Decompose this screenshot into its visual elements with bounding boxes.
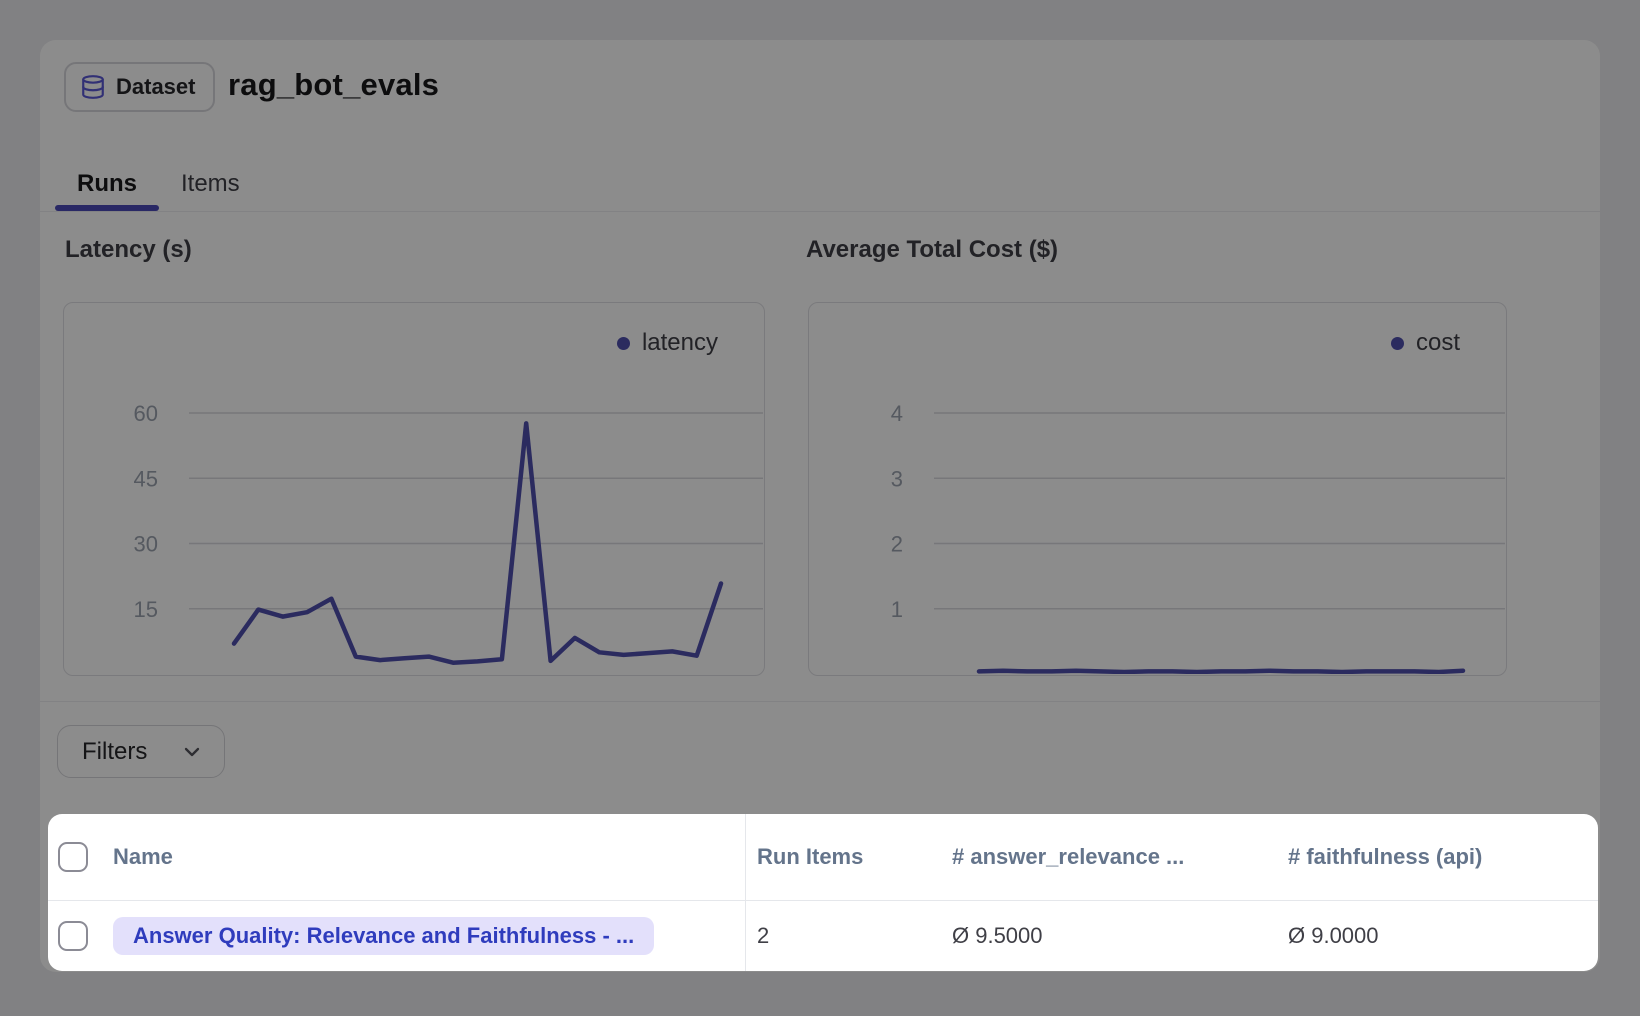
filters-button-label: Filters bbox=[82, 738, 147, 766]
cost-legend: cost bbox=[1391, 329, 1460, 357]
column-divider bbox=[745, 814, 746, 971]
dataset-badge-label: Dataset bbox=[116, 74, 195, 100]
table-header-row: Name Run Items # answer_relevance ... # … bbox=[48, 814, 1598, 900]
cost-legend-label: cost bbox=[1416, 329, 1460, 357]
chart-title-cost: Average Total Cost ($) bbox=[806, 236, 1058, 264]
cell-faithfulness: Ø 9.0000 bbox=[1288, 900, 1379, 971]
cell-run-items: 2 bbox=[757, 900, 769, 971]
latency-legend-label: latency bbox=[642, 329, 718, 357]
database-icon bbox=[80, 74, 106, 100]
column-header-name[interactable]: Name bbox=[113, 814, 173, 900]
tab-bar: Runs Items bbox=[40, 157, 1600, 212]
dataset-badge: Dataset bbox=[64, 62, 215, 112]
latency-chart-canvas: 60 45 30 15 bbox=[64, 303, 763, 674]
table-row: Answer Quality: Relevance and Faithfulne… bbox=[48, 900, 1598, 971]
latency-chart-panel: 60 45 30 15 latency bbox=[63, 302, 765, 676]
svg-text:2: 2 bbox=[891, 532, 903, 557]
svg-text:3: 3 bbox=[891, 466, 903, 491]
filters-button[interactable]: Filters bbox=[57, 725, 225, 778]
runs-table: Name Run Items # answer_relevance ... # … bbox=[48, 814, 1598, 971]
svg-text:60: 60 bbox=[134, 401, 158, 426]
column-header-answer-relevance[interactable]: # answer_relevance ... bbox=[952, 814, 1184, 900]
tab-runs-label: Runs bbox=[77, 170, 137, 198]
run-name-text: Answer Quality: Relevance and Faithfulne… bbox=[133, 923, 634, 949]
svg-text:1: 1 bbox=[891, 597, 903, 622]
svg-text:30: 30 bbox=[134, 532, 158, 557]
cost-chart-canvas: 4 3 2 1 bbox=[809, 303, 1505, 674]
screenshot-stage: Dataset rag_bot_evals Runs Items Latency… bbox=[0, 0, 1640, 1016]
row-checkbox[interactable] bbox=[58, 921, 88, 951]
cost-legend-dot bbox=[1391, 337, 1404, 350]
tab-runs[interactable]: Runs bbox=[55, 157, 159, 211]
latency-legend: latency bbox=[617, 329, 718, 357]
chevron-down-icon bbox=[180, 740, 204, 764]
svg-text:4: 4 bbox=[891, 401, 903, 426]
svg-text:15: 15 bbox=[134, 597, 158, 622]
svg-text:45: 45 bbox=[134, 466, 158, 491]
page-title: rag_bot_evals bbox=[228, 62, 439, 108]
active-tab-underline bbox=[55, 205, 159, 211]
tab-items[interactable]: Items bbox=[159, 157, 262, 211]
cost-chart-panel: 4 3 2 1 cost bbox=[808, 302, 1507, 676]
section-divider bbox=[40, 701, 1600, 702]
tab-items-label: Items bbox=[181, 170, 240, 198]
chart-title-latency: Latency (s) bbox=[65, 236, 192, 264]
cell-answer-relevance: Ø 9.5000 bbox=[952, 900, 1043, 971]
latency-legend-dot bbox=[617, 337, 630, 350]
column-header-faithfulness[interactable]: # faithfulness (api) bbox=[1288, 814, 1482, 900]
select-all-checkbox[interactable] bbox=[58, 842, 88, 872]
column-header-run-items[interactable]: Run Items bbox=[757, 814, 863, 900]
run-name-link[interactable]: Answer Quality: Relevance and Faithfulne… bbox=[113, 917, 654, 955]
